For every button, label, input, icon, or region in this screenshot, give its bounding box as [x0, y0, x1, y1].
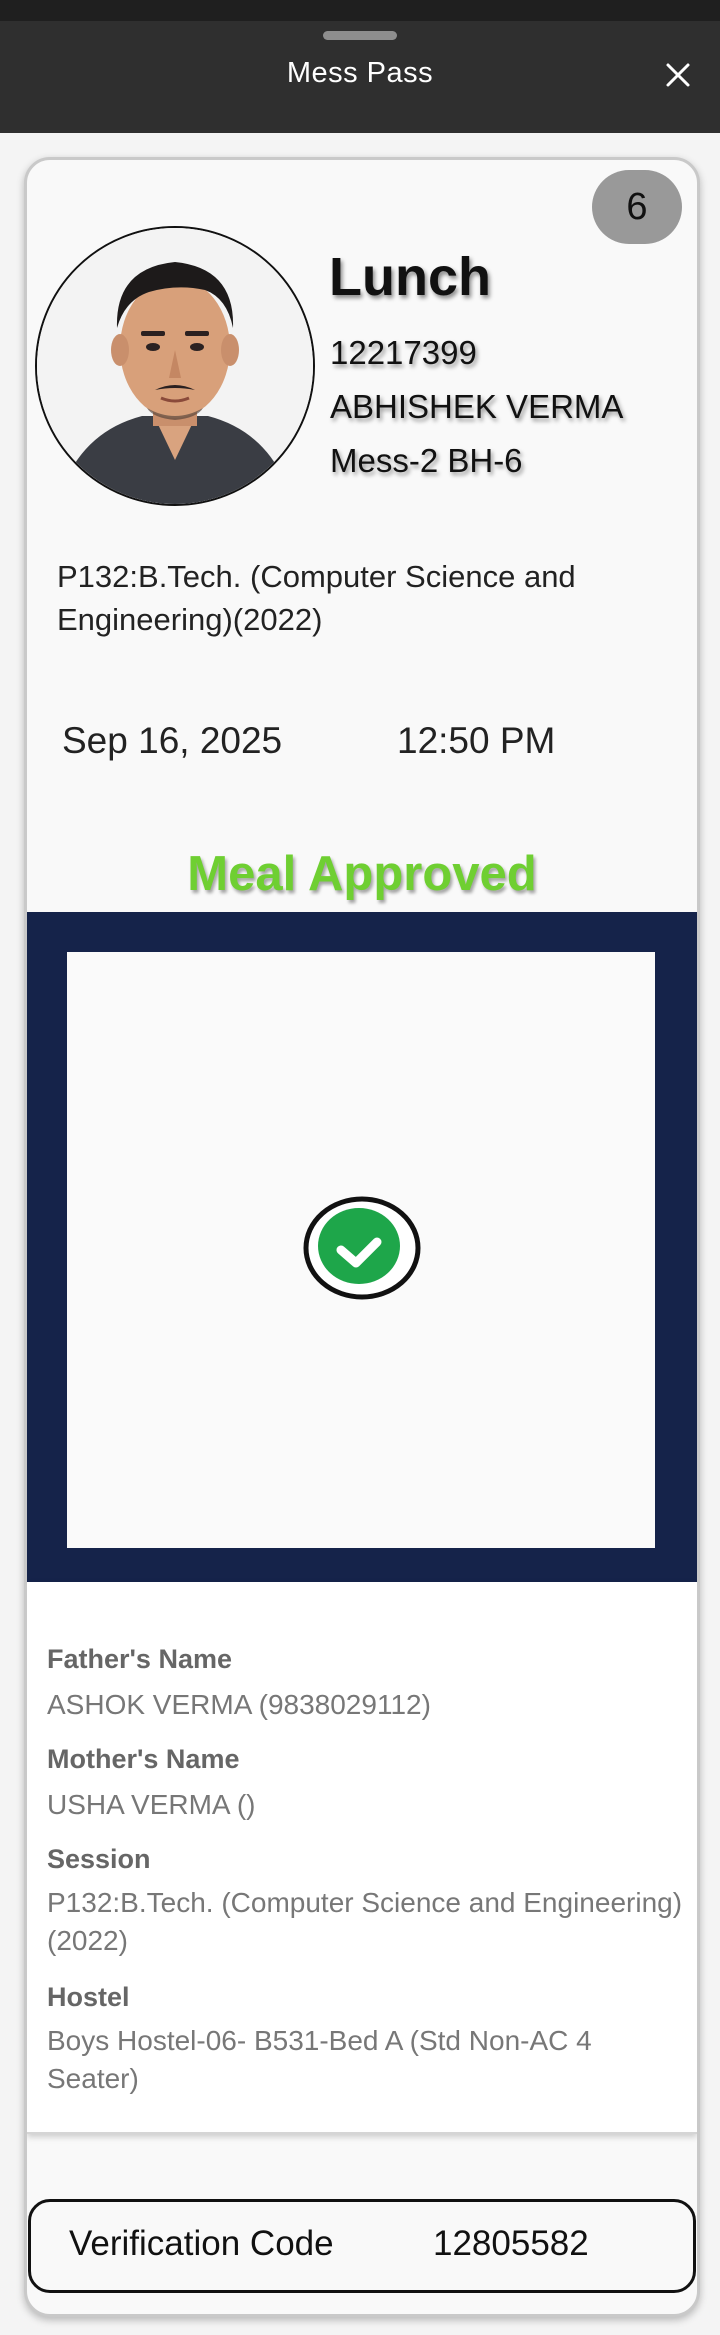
drag-handle[interactable] — [323, 31, 397, 40]
father-name-label: Father's Name — [47, 1644, 232, 1674]
session-label: Session — [47, 1844, 151, 1874]
close-icon — [666, 63, 690, 87]
status-image-area — [67, 952, 655, 1548]
student-name: ABHISHEK VERMA — [330, 388, 624, 425]
mother-name-label: Mother's Name — [47, 1744, 240, 1774]
meal-type: Lunch — [329, 247, 491, 307]
verification-code: 12805582 — [433, 2224, 589, 2263]
count-badge: 6 — [592, 170, 682, 244]
sheet-header: Mess Pass — [0, 21, 720, 133]
pass-date: Sep 16, 2025 — [62, 720, 283, 761]
session-value: P132:B.Tech. (Computer Science and Engin… — [47, 1887, 683, 1956]
mother-name-value: USHA VERMA () — [47, 1789, 256, 1820]
mess-pass-card: 6 Lunch 12217399 ABHISHEK VERMA Mess-2 B… — [24, 157, 700, 2317]
verification-box: Verification Code 12805582 — [28, 2199, 696, 2293]
close-button[interactable] — [660, 57, 696, 93]
status-bar-strip — [0, 0, 720, 21]
hostel-value: Boys Hostel-06- B531-Bed A (Std Non-AC 4… — [47, 2025, 592, 2094]
avatar — [35, 226, 315, 506]
verification-label: Verification Code — [69, 2224, 334, 2263]
mess-name: Mess-2 BH-6 — [330, 442, 523, 479]
roll-number: 12217399 — [330, 334, 477, 371]
student-details: Father's Name ASHOK VERMA (9838029112) M… — [27, 1582, 697, 2134]
hostel-label: Hostel — [47, 1982, 130, 2012]
meal-status: Meal Approved — [187, 847, 537, 901]
check-circle-icon — [303, 1196, 421, 1300]
page-title: Mess Pass — [286, 57, 434, 89]
father-name-value: ASHOK VERMA (9838029112) — [47, 1689, 431, 1720]
status-panel — [27, 912, 697, 1582]
program-text: P132:B.Tech. (Computer Science and Engin… — [57, 559, 576, 637]
pass-time: 12:50 PM — [397, 720, 556, 761]
student-photo — [37, 228, 313, 504]
